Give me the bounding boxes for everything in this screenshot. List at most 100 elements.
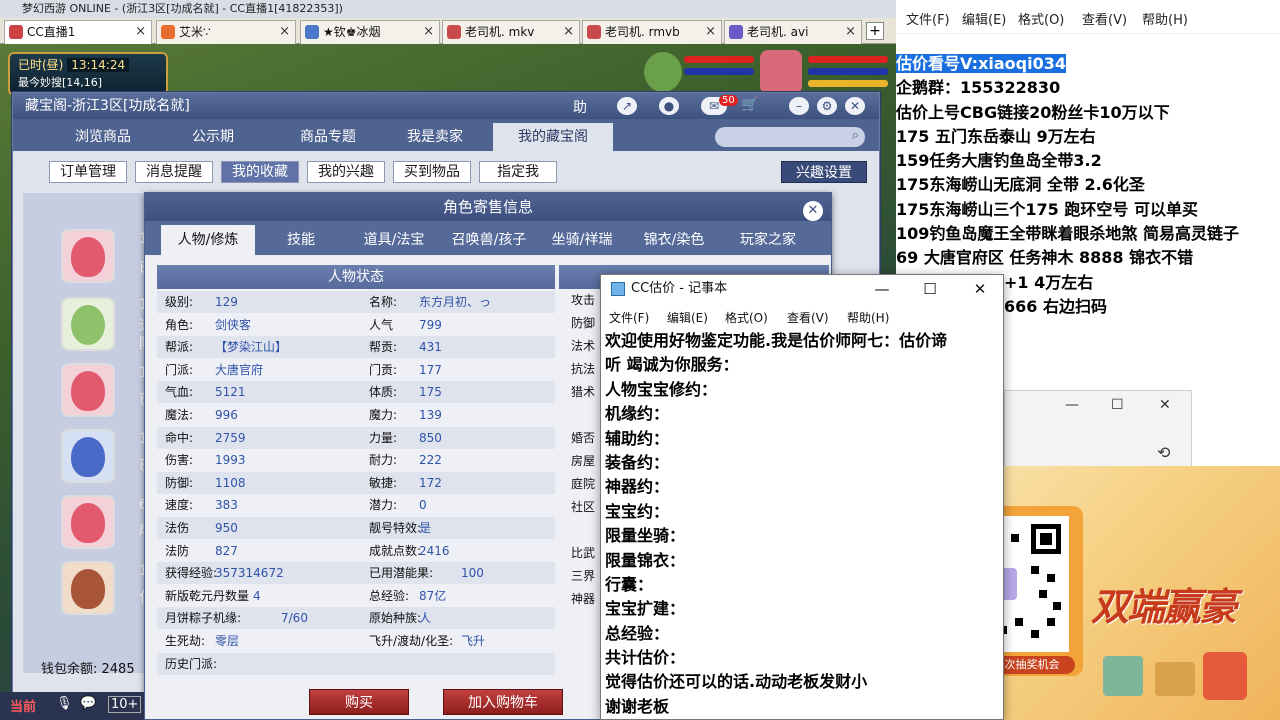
stat-value: 东方月初、っ [419, 295, 492, 309]
tab-my-cbg[interactable]: 我的藏宝阁 [493, 123, 613, 151]
menu-view[interactable]: 查看(V) [1082, 9, 1127, 28]
gear-icon[interactable]: ⚙ [817, 97, 837, 115]
stat-label: 耐力: [369, 453, 398, 468]
notepad-text[interactable]: 欢迎使用好物鉴定功能.我是估价师阿七：估价谛听 竭诚为你服务： 人物宝宝修约： 机缘… [605, 329, 1001, 719]
close-icon[interactable]: × [705, 21, 716, 43]
stat-label: 角色: [165, 317, 194, 332]
tab-6[interactable]: 老司机. avi × [724, 20, 862, 44]
text-line: 神器约： [605, 477, 670, 497]
minimize-icon[interactable]: — [859, 275, 905, 303]
text-line: 总经验： [605, 623, 670, 643]
tab-skills[interactable]: 技能 [263, 225, 339, 255]
tab-mounts[interactable]: 坐骑/祥瑞 [539, 225, 625, 255]
stat-label: 神器 [571, 592, 596, 606]
menu-view[interactable]: 查看(V) [787, 309, 829, 326]
assigned-button[interactable]: 指定我 [479, 161, 557, 183]
maximize-icon[interactable]: ☐ [907, 275, 953, 303]
buy-button[interactable]: 购买 [309, 689, 409, 715]
menu-edit[interactable]: 编辑(E) [667, 309, 708, 326]
tab-items[interactable]: 道具/法宝 [351, 225, 437, 255]
stat-value: 1993 [215, 453, 246, 468]
search-input[interactable]: ⌕ [715, 127, 865, 147]
close-icon[interactable]: × [563, 21, 574, 43]
notifications-button[interactable]: 消息提醒 [135, 161, 213, 183]
stat-row: 伤害: 1993 耐力: 222 [157, 449, 555, 471]
text-line: 175 五门东岳泰山 9万左右 [896, 126, 1096, 146]
menu-file[interactable]: 文件(F) [906, 9, 950, 28]
close-icon[interactable]: × [279, 21, 290, 43]
stat-value: 177 [419, 362, 442, 377]
tab-character[interactable]: 人物/修炼 [161, 225, 255, 255]
list-item[interactable] [61, 363, 115, 417]
stat-value: 7/60 [281, 611, 308, 626]
maximize-icon[interactable]: ☐ [1111, 397, 1124, 413]
menu-file[interactable]: 文件(F) [609, 309, 649, 326]
stat-value: 100 [461, 566, 484, 581]
stat-value: 357314672 [215, 566, 284, 581]
order-manage-button[interactable]: 订单管理 [49, 161, 127, 183]
menu-help[interactable]: 帮助(H) [847, 309, 889, 326]
stat-label: 成就点数: [369, 543, 422, 558]
tab-cc-live[interactable]: CC直播1 × [4, 20, 152, 44]
minimize-icon[interactable]: — [1065, 397, 1079, 413]
menu-help[interactable]: 帮助(H) [1142, 9, 1188, 28]
tab-topics[interactable]: 商品专题 [275, 123, 381, 151]
tab-browse[interactable]: 浏览商品 [53, 123, 153, 151]
tab-3[interactable]: ★钦♚冰烟 × [300, 20, 440, 44]
tab-4[interactable]: 老司机. mkv × [442, 20, 580, 44]
stat-label: 法防 [165, 543, 190, 558]
character-stats: 级别: 129 名称: 东方月初、っ 角色: 剑侠客 人气 799 帮派: 【梦染江山】 帮贡: 43… [157, 291, 555, 681]
interests-button[interactable]: 我的兴趣 [307, 161, 385, 183]
list-item[interactable] [61, 429, 115, 483]
list-item[interactable] [61, 297, 115, 351]
tab-5[interactable]: 老司机. rmvb × [582, 20, 722, 44]
notepad-popup: CC估价 - 记事本 — ☐ ✕ 文件(F) 编辑(E) 格式(O) 查看(V)… [600, 274, 1004, 720]
list-item[interactable] [61, 495, 115, 549]
tab-seller[interactable]: 我是卖家 [385, 123, 485, 151]
history-icon[interactable]: ⟲ [1157, 443, 1170, 462]
player-avatar[interactable] [760, 50, 802, 94]
tab-home[interactable]: 玩家之家 [725, 225, 811, 255]
help-button[interactable]: 助 [573, 97, 595, 116]
stat-label: 潜力: [369, 498, 398, 513]
text-line: 人物宝宝修约： [605, 379, 718, 399]
tab-outfits[interactable]: 锦衣/染色 [631, 225, 717, 255]
menu-format[interactable]: 格式(O) [725, 309, 768, 326]
list-item[interactable] [61, 561, 115, 615]
close-icon[interactable]: ✕ [957, 275, 1003, 303]
new-tab-button[interactable]: + [866, 22, 884, 40]
mic-icon[interactable]: 🎙 [56, 696, 73, 711]
tab-pets[interactable]: 召唤兽/孩子 [443, 225, 535, 255]
pet-avatar[interactable] [644, 52, 682, 92]
purchased-button[interactable]: 买到物品 [393, 161, 471, 183]
menu-edit[interactable]: 编辑(E) [962, 9, 1006, 28]
tab-2[interactable]: 艾米∵ × [156, 20, 296, 44]
interest-settings-button[interactable]: 兴趣设置 [781, 161, 867, 183]
stat-value: 5121 [215, 385, 246, 400]
settings-icon[interactable]: ● [659, 97, 679, 115]
text-line: 听 竭诚为你服务： [605, 355, 739, 375]
list-item[interactable] [61, 229, 115, 283]
text-line: 装备约： [605, 452, 670, 472]
chat-icon[interactable]: 💬 [80, 696, 96, 711]
search-icon[interactable]: ⌕ [852, 128, 859, 143]
close-icon[interactable]: × [423, 21, 434, 43]
stat-label: 新版乾元丹数量 [165, 588, 250, 603]
menu-format[interactable]: 格式(O) [1018, 9, 1064, 28]
close-icon[interactable]: ✕ [1159, 397, 1171, 413]
close-icon[interactable]: × [135, 21, 146, 43]
share-icon[interactable]: ↗ [617, 97, 637, 115]
minimize-icon[interactable]: – [789, 97, 809, 115]
stat-label: 已用潜能果: [369, 566, 434, 581]
player-status-bars [640, 48, 900, 98]
close-icon[interactable]: × [845, 21, 856, 43]
close-icon[interactable]: ✕ [845, 97, 865, 115]
avatar [71, 569, 105, 609]
channel-current[interactable]: 当前 [10, 696, 36, 715]
favorites-button[interactable]: 我的收藏 [221, 161, 299, 183]
stat-label: 级别: [165, 295, 194, 309]
add-to-cart-button[interactable]: 加入购物车 [443, 689, 563, 715]
close-icon[interactable]: ✕ [803, 201, 823, 221]
tab-public[interactable]: 公示期 [163, 123, 263, 151]
cart-icon[interactable]: 🛒 [741, 97, 758, 113]
